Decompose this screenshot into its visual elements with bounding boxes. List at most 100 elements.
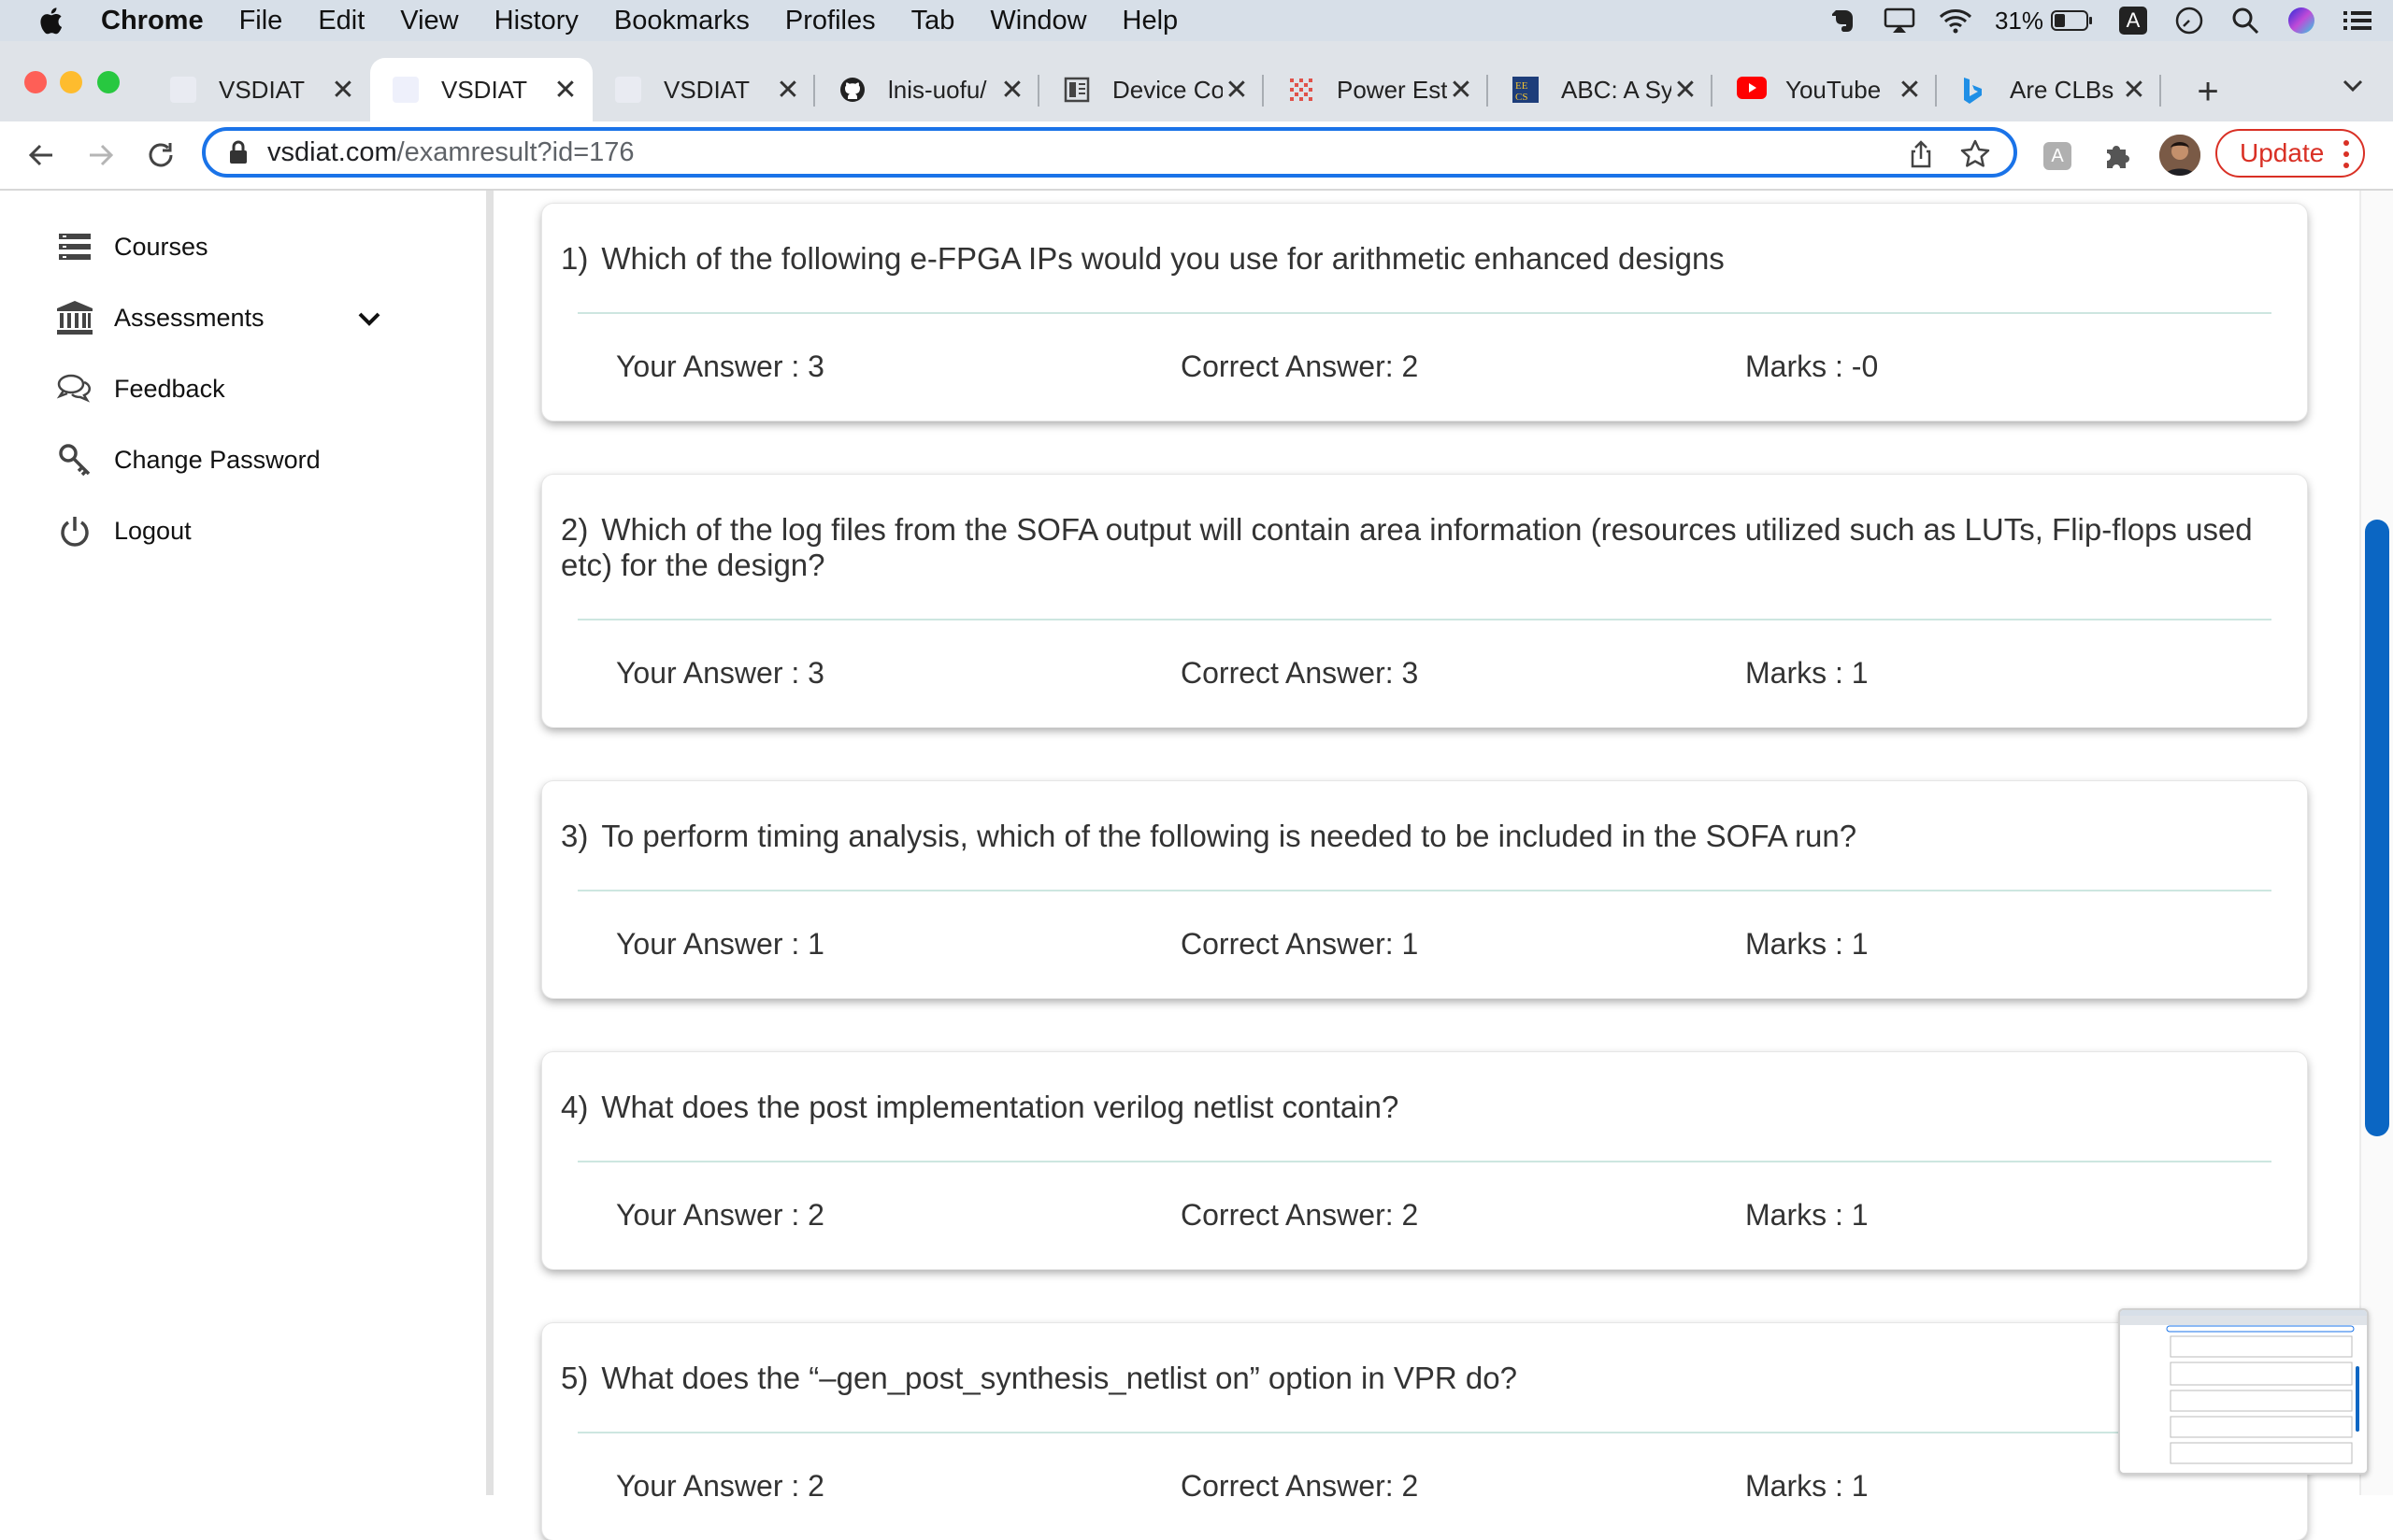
- tab-separator: [1935, 75, 1937, 107]
- tab-youtube[interactable]: YouTube ✕: [1714, 58, 1937, 121]
- close-tab-icon[interactable]: ✕: [2120, 74, 2148, 107]
- close-window-button[interactable]: [24, 71, 47, 93]
- result-card: 3) To perform timing analysis, which of t…: [542, 781, 2307, 998]
- vsdiat-favicon: [393, 77, 419, 103]
- close-tab-icon[interactable]: ✕: [998, 74, 1026, 107]
- forward-arrow-icon[interactable]: [84, 138, 118, 172]
- tab-title: VSDIAT: [664, 75, 750, 104]
- tab-separator: [813, 75, 815, 107]
- sidebar-item-logout[interactable]: Logout: [56, 512, 192, 549]
- bookmark-star-icon[interactable]: [1959, 138, 1991, 170]
- result-card: 4) What does the post implementation veri…: [542, 1052, 2307, 1269]
- airplay-icon[interactable]: [1883, 7, 1916, 35]
- sidebar-item-assessments[interactable]: Assessments: [56, 299, 265, 336]
- menu-help[interactable]: Help: [1123, 6, 1179, 36]
- marks: Marks : 1: [1745, 1198, 1869, 1232]
- menu-bookmarks[interactable]: Bookmarks: [614, 6, 750, 36]
- your-answer: Your Answer : 2: [616, 1469, 824, 1503]
- sidebar-item-feedback[interactable]: Feedback: [56, 370, 225, 407]
- more-vert-icon[interactable]: [2343, 138, 2350, 170]
- chevron-down-icon[interactable]: [355, 305, 383, 333]
- menu-edit[interactable]: Edit: [318, 6, 365, 36]
- your-answer: Your Answer : 3: [616, 349, 824, 383]
- url-path: /examresult?id=176: [396, 136, 635, 167]
- menu-file[interactable]: File: [239, 6, 283, 36]
- divider: [578, 312, 2271, 314]
- minimize-window-button[interactable]: [60, 71, 82, 93]
- divider: [578, 890, 2271, 891]
- update-button[interactable]: Update: [2215, 129, 2365, 178]
- clock-icon[interactable]: [2172, 7, 2206, 35]
- close-tab-icon[interactable]: ✕: [552, 74, 580, 107]
- control-center-icon[interactable]: [2341, 7, 2374, 35]
- new-tab-plus-icon[interactable]: +: [2189, 71, 2227, 113]
- sidebar-item-label: Change Password: [114, 445, 321, 474]
- result-card: 2) Which of the log files from the SOFA o…: [542, 475, 2307, 727]
- evernote-icon[interactable]: [1827, 7, 1860, 35]
- tab-power[interactable]: Power Est ✕: [1266, 58, 1488, 121]
- menu-tab[interactable]: Tab: [911, 6, 955, 36]
- tab-title: VSDIAT: [219, 75, 305, 104]
- tab-vsdiat-3[interactable]: VSDIAT ✕: [593, 58, 815, 121]
- browser-toolbar: vsdiat.com/examresult?id=176 A Update: [0, 121, 2393, 191]
- tab-device[interactable]: Device Co ✕: [1041, 58, 1264, 121]
- wifi-icon[interactable]: [1939, 7, 1972, 35]
- url-text[interactable]: vsdiat.com/examresult?id=176: [267, 137, 635, 168]
- tab-github[interactable]: lnis-uofu/ ✕: [817, 58, 1039, 121]
- tab-separator: [1486, 75, 1488, 107]
- close-tab-icon[interactable]: ✕: [774, 74, 802, 107]
- tab-title: VSDIAT: [441, 75, 527, 104]
- sidebar-item-change-password[interactable]: Change Password: [56, 441, 321, 478]
- svg-text:CS: CS: [1515, 92, 1527, 103]
- siri-icon[interactable]: [2285, 7, 2318, 35]
- input-source-icon[interactable]: A: [2116, 7, 2150, 35]
- tab-vsdiat-1[interactable]: VSDIAT ✕: [148, 58, 370, 121]
- tab-bing[interactable]: Are CLBs ✕: [1939, 58, 2161, 121]
- close-tab-icon[interactable]: ✕: [329, 74, 357, 107]
- youtube-icon: [1737, 77, 1767, 103]
- menu-view[interactable]: View: [400, 6, 458, 36]
- url-host: vsdiat.com: [267, 136, 397, 167]
- menu-history[interactable]: History: [494, 6, 579, 36]
- extensions-puzzle-icon[interactable]: [2101, 138, 2135, 172]
- reload-icon[interactable]: [144, 138, 178, 172]
- your-answer: Your Answer : 2: [616, 1198, 824, 1232]
- chat-icon: [56, 370, 93, 407]
- battery-icon[interactable]: [2051, 7, 2094, 35]
- page-content: Courses Assessments Feedback Change Pass…: [0, 191, 2393, 1540]
- menu-profiles[interactable]: Profiles: [785, 6, 876, 36]
- update-label: Update: [2240, 138, 2325, 167]
- close-tab-icon[interactable]: ✕: [1896, 74, 1924, 107]
- tab-search-chevron-icon[interactable]: [2337, 69, 2369, 101]
- address-bar[interactable]: vsdiat.com/examresult?id=176: [202, 127, 2017, 178]
- menu-app-name[interactable]: Chrome: [101, 6, 204, 36]
- screenshot-thumbnail[interactable]: [2118, 1308, 2369, 1475]
- sidebar-item-courses[interactable]: Courses: [56, 228, 208, 265]
- close-tab-icon[interactable]: ✕: [1223, 74, 1251, 107]
- tab-abc[interactable]: EE CS ABC: A Sy ✕: [1490, 58, 1712, 121]
- question-text: 3) To perform timing analysis, which of t…: [561, 819, 2283, 854]
- tab-vsdiat-2[interactable]: VSDIAT ✕: [370, 58, 593, 121]
- grid-favicon: [1288, 77, 1314, 103]
- lock-icon[interactable]: [228, 140, 249, 164]
- close-tab-icon[interactable]: ✕: [1671, 74, 1699, 107]
- extension-icon[interactable]: A: [2043, 142, 2071, 170]
- close-tab-icon[interactable]: ✕: [1447, 74, 1475, 107]
- eecs-favicon: EE CS: [1512, 77, 1539, 103]
- menu-window[interactable]: Window: [990, 6, 1086, 36]
- zoom-window-button[interactable]: [97, 71, 120, 93]
- question-number: 4): [561, 1090, 589, 1124]
- profile-avatar[interactable]: [2159, 135, 2200, 176]
- key-icon: [56, 441, 93, 478]
- correct-answer: Correct Answer: 2: [1181, 1469, 1419, 1503]
- share-icon[interactable]: [1907, 140, 1935, 168]
- power-icon: [56, 512, 93, 549]
- spotlight-icon[interactable]: [2228, 7, 2262, 35]
- apple-menu-icon[interactable]: [36, 5, 64, 36]
- scrollbar-thumb[interactable]: [2365, 520, 2389, 1136]
- back-arrow-icon[interactable]: [24, 138, 58, 172]
- tab-separator: [2159, 75, 2161, 107]
- sidebar: Courses Assessments Feedback Change Pass…: [0, 191, 486, 1495]
- tab-title: ABC: A Sy: [1561, 75, 1671, 104]
- result-card: 1) Which of the following e-FPGA IPs woul…: [542, 204, 2307, 421]
